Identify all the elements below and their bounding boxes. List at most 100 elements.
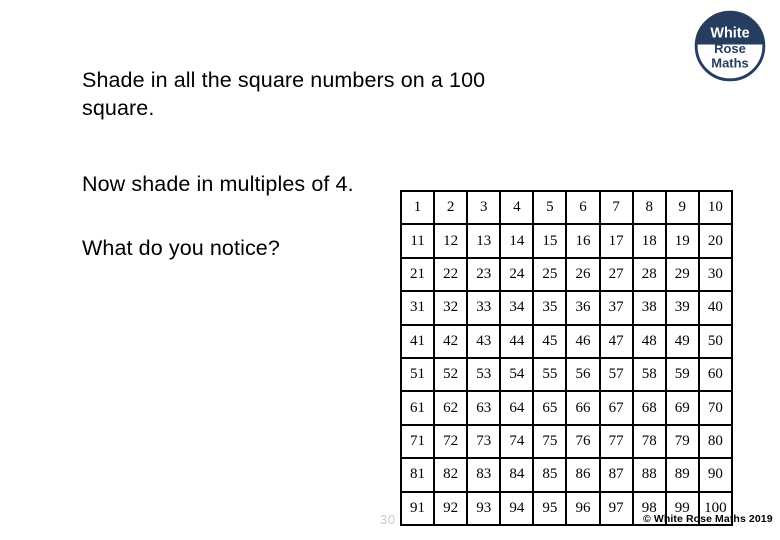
hundred-square-cell[interactable]: 34	[499, 290, 535, 326]
hundred-square-cell[interactable]: 52	[433, 356, 469, 393]
hundred-square-cell[interactable]: 88	[631, 457, 667, 493]
hundred-square-cell[interactable]: 73	[466, 423, 502, 460]
hundred-square-cell[interactable]: 86	[565, 457, 601, 493]
hundred-square-cell[interactable]: 1	[399, 189, 436, 226]
hundred-square-cell[interactable]: 45	[532, 323, 568, 359]
hundred-square-cell[interactable]: 11	[399, 223, 436, 259]
hundred-square-cell[interactable]: 75	[532, 423, 568, 460]
hundred-square-cell[interactable]: 2	[433, 189, 469, 226]
hundred-square-cell[interactable]: 64	[499, 390, 535, 426]
hundred-square-cell[interactable]: 53	[466, 356, 502, 393]
hundred-square-cell[interactable]: 36	[565, 290, 601, 326]
hundred-square-cell[interactable]: 19	[664, 223, 700, 259]
hundred-square-cell[interactable]: 35	[532, 290, 568, 326]
hundred-square-cell[interactable]: 40	[697, 290, 733, 326]
hundred-square-cell[interactable]: 20	[697, 223, 733, 259]
hundred-square-cell[interactable]: 94	[499, 490, 535, 526]
hundred-square-cell[interactable]: 14	[499, 223, 535, 259]
hundred-square-cell[interactable]: 8	[631, 189, 667, 226]
hundred-square-cell[interactable]: 5	[532, 189, 568, 226]
hundred-square-cell[interactable]: 56	[565, 356, 601, 393]
hundred-square-cell[interactable]: 82	[433, 457, 469, 493]
hundred-square-cell[interactable]: 68	[631, 390, 667, 426]
hundred-square-cell[interactable]: 46	[565, 323, 601, 359]
hundred-square-cell[interactable]: 7	[598, 189, 634, 226]
hundred-square-cell[interactable]: 6	[565, 189, 601, 226]
hundred-square-cell[interactable]: 31	[399, 290, 436, 326]
hundred-square-cell[interactable]: 47	[598, 323, 634, 359]
hundred-square-cell[interactable]: 70	[697, 390, 733, 426]
hundred-square-cell[interactable]: 60	[697, 356, 733, 393]
hundred-square-cell[interactable]: 72	[433, 423, 469, 460]
hundred-square-cell[interactable]: 78	[631, 423, 667, 460]
hundred-square-cell[interactable]: 90	[697, 457, 733, 493]
hundred-square-cell[interactable]: 9	[664, 189, 700, 226]
hundred-square-cell[interactable]: 57	[598, 356, 634, 393]
hundred-square-cell[interactable]: 77	[598, 423, 634, 460]
hundred-square-cell[interactable]: 33	[466, 290, 502, 326]
hundred-square-cell[interactable]: 10	[697, 189, 733, 226]
hundred-square-cell[interactable]: 15	[532, 223, 568, 259]
hundred-square-cell[interactable]: 38	[631, 290, 667, 326]
hundred-square-cell[interactable]: 84	[499, 457, 535, 493]
hundred-square-cell[interactable]: 83	[466, 457, 502, 493]
hundred-square-cell[interactable]: 97	[598, 490, 634, 526]
hundred-square-cell[interactable]: 74	[499, 423, 535, 460]
hundred-square-cell[interactable]: 95	[532, 490, 568, 526]
hundred-square-cell[interactable]: 92	[433, 490, 469, 526]
hundred-square-cell[interactable]: 85	[532, 457, 568, 493]
hundred-square-cell[interactable]: 23	[466, 256, 502, 293]
hundred-square-cell[interactable]: 22	[433, 256, 469, 293]
hundred-square-cell[interactable]: 67	[598, 390, 634, 426]
hundred-square-cell[interactable]: 51	[399, 356, 436, 393]
hundred-square-grid[interactable]: 1 2 3 4 5 6 7 8 9 10 11 12 13 14 15 16 17 18 19 20 21 22 23 24 2…	[399, 189, 733, 526]
hundred-square-cell[interactable]: 81	[399, 457, 436, 493]
hundred-square-cell[interactable]: 79	[664, 423, 700, 460]
hundred-square-cell[interactable]: 87	[598, 457, 634, 493]
hundred-square-cell[interactable]: 66	[565, 390, 601, 426]
hundred-square-cell[interactable]: 16	[565, 223, 601, 259]
hundred-square-cell[interactable]: 80	[697, 423, 733, 460]
hundred-square-cell[interactable]: 26	[565, 256, 601, 293]
hundred-square-cell[interactable]: 96	[565, 490, 601, 526]
hundred-square-cell[interactable]: 12	[433, 223, 469, 259]
hundred-square-cell[interactable]: 89	[664, 457, 700, 493]
hundred-square-cell[interactable]: 44	[499, 323, 535, 359]
hundred-square-cell[interactable]: 62	[433, 390, 469, 426]
hundred-square-cell[interactable]: 28	[631, 256, 667, 293]
hundred-square-cell[interactable]: 32	[433, 290, 469, 326]
hundred-square-cell[interactable]: 93	[466, 490, 502, 526]
hundred-square-cell[interactable]: 58	[631, 356, 667, 393]
hundred-square-cell[interactable]: 69	[664, 390, 700, 426]
hundred-square-cell[interactable]: 71	[399, 423, 436, 460]
hundred-square-cell[interactable]: 54	[499, 356, 535, 393]
hundred-square-cell[interactable]: 63	[466, 390, 502, 426]
hundred-square-cell[interactable]: 55	[532, 356, 568, 393]
hundred-square-cell[interactable]: 59	[664, 356, 700, 393]
hundred-square-cell[interactable]: 48	[631, 323, 667, 359]
hundred-square-cell[interactable]: 41	[399, 323, 436, 359]
hundred-square-cell[interactable]: 91	[399, 490, 436, 526]
hundred-square-cell[interactable]: 24	[499, 256, 535, 293]
hundred-square-cell[interactable]: 29	[664, 256, 700, 293]
hundred-square-cell[interactable]: 65	[532, 390, 568, 426]
hundred-square-cell[interactable]: 21	[399, 256, 436, 293]
hundred-square-cell[interactable]: 13	[466, 223, 502, 259]
hundred-square-cell[interactable]: 43	[466, 323, 502, 359]
hundred-square-cell[interactable]: 18	[631, 223, 667, 259]
hundred-square-cell[interactable]: 42	[433, 323, 469, 359]
hundred-square-cell[interactable]: 39	[664, 290, 700, 326]
hundred-square-cell[interactable]: 27	[598, 256, 634, 293]
hundred-square-cell[interactable]: 49	[664, 323, 700, 359]
hundred-square-cell[interactable]: 4	[499, 189, 535, 226]
hundred-square-cell[interactable]: 76	[565, 423, 601, 460]
hundred-square-cell[interactable]: 3	[466, 189, 502, 226]
hundred-square-cell[interactable]: 17	[598, 223, 634, 259]
hundred-square-cell[interactable]: 61	[399, 390, 436, 426]
hundred-square-cell[interactable]: 25	[532, 256, 568, 293]
hundred-square-cell[interactable]: 30	[697, 256, 733, 293]
hundred-square-cell[interactable]: 37	[598, 290, 634, 326]
hundred-square-row: 11 12 13 14 15 16 17 18 19 20	[399, 223, 733, 259]
hundred-square-cell[interactable]: 50	[697, 323, 733, 359]
hundred-square-row: 61 62 63 64 65 66 67 68 69 70	[399, 390, 733, 426]
